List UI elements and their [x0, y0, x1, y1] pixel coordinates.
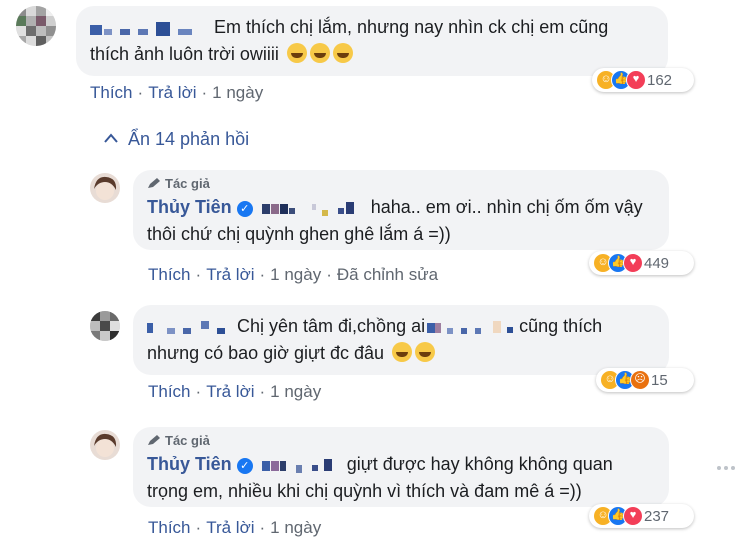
rolling-laughing-emoji-icon [415, 342, 436, 362]
reaction-count: 237 [644, 507, 670, 525]
reply-link[interactable]: Trả lời [206, 382, 254, 401]
like-link[interactable]: Thích [90, 83, 133, 102]
author-badge: Tác giả [147, 176, 655, 192]
profile-photo-icon [94, 433, 117, 457]
love-reaction-icon: ♥ [623, 506, 643, 526]
reaction-count: 449 [644, 254, 670, 272]
verified-icon: ✓ [236, 458, 253, 474]
pixelated-avatar-icon [16, 6, 56, 46]
more-options-button[interactable] [714, 460, 738, 476]
angry-reaction-icon: ☹ [630, 370, 650, 390]
rolling-laughing-emoji-icon [392, 342, 413, 362]
avatar[interactable] [16, 6, 56, 46]
pen-icon [148, 435, 160, 445]
reply-link[interactable]: Trả lời [206, 518, 254, 537]
hide-replies-toggle[interactable]: Ẩn 14 phản hồi [104, 129, 249, 150]
verified-icon: ✓ [236, 201, 253, 217]
avatar[interactable] [90, 173, 120, 203]
love-reaction-icon: ♥ [626, 70, 646, 90]
reply-link[interactable]: Trả lời [206, 265, 254, 284]
comment-text: Chị yên tâm đi,chồng ai cũng thích nhưng… [147, 316, 603, 363]
comment-text: Thủy Tiên ✓ haha.. em ơi.. nhìn chị ốm ố… [147, 197, 643, 244]
comment-bubble: Tác giả Thủy Tiên ✓ giựt được hay không … [133, 427, 669, 507]
reaction-summary[interactable]: ☺ 👍 ♥ 449 [589, 251, 694, 275]
reaction-summary[interactable]: ☺ 👍 ♥ 237 [589, 504, 694, 528]
pixelated-avatar-icon [90, 311, 120, 341]
grinning-emoji-icon [286, 43, 307, 63]
author-name[interactable]: Thủy Tiên [147, 454, 232, 474]
comment-bubble: Em thích chị lắm, nhưng nay nhìn ck chị … [76, 6, 668, 76]
comment-text: Em thích chị lắm, nhưng nay nhìn ck chị … [90, 17, 609, 64]
profile-photo-icon [94, 176, 117, 200]
grinning-emoji-icon [332, 43, 353, 63]
chevron-up-icon [104, 133, 118, 143]
avatar[interactable] [90, 311, 120, 341]
like-link[interactable]: Thích [148, 265, 191, 284]
pen-icon [148, 178, 160, 188]
toggle-label: Ẩn 14 phản hồi [128, 129, 250, 149]
comment-actions: Thích · Trả lời · 1 ngày [148, 382, 322, 401]
like-link[interactable]: Thích [148, 382, 191, 401]
reaction-count: 15 [651, 371, 668, 389]
redacted-author-name[interactable] [90, 19, 208, 37]
author-badge: Tác giả [147, 433, 655, 449]
timestamp[interactable]: 1 ngày [212, 83, 263, 102]
comment-actions: Thích · Trả lời · 1 ngày · Đã chỉnh sửa [148, 265, 439, 284]
redacted-tag [261, 199, 362, 217]
author-name[interactable]: Thủy Tiên [147, 197, 232, 217]
more-icon [717, 466, 735, 470]
comment-actions: Thích · Trả lời · 1 ngày [148, 518, 322, 537]
redacted-tag [427, 318, 517, 336]
reply-link[interactable]: Trả lời [148, 83, 196, 102]
timestamp[interactable]: 1 ngày [270, 518, 321, 537]
timestamp[interactable]: 1 ngày [270, 382, 321, 401]
comment-bubble: Tác giả Thủy Tiên ✓ haha.. em ơi.. nhìn … [133, 170, 669, 250]
like-link[interactable]: Thích [148, 518, 191, 537]
avatar[interactable] [90, 430, 120, 460]
reaction-count: 162 [647, 71, 673, 89]
comment-bubble: Chị yên tâm đi,chồng ai cũng thích nhưng… [133, 305, 669, 375]
love-reaction-icon: ♥ [623, 253, 643, 273]
reaction-summary[interactable]: ☺ 👍 ☹ 15 [596, 368, 694, 392]
edited-label[interactable]: Đã chỉnh sửa [337, 265, 438, 284]
redacted-tag [261, 456, 338, 474]
reaction-summary[interactable]: ☺ 👍 ♥ 162 [592, 68, 694, 92]
comment-text: Thủy Tiên ✓ giựt được hay không không qu… [147, 454, 613, 501]
grinning-emoji-icon [309, 43, 330, 63]
comment-actions: Thích · Trả lời · 1 ngày [90, 83, 264, 102]
timestamp[interactable]: 1 ngày [270, 265, 321, 284]
redacted-author-name[interactable] [147, 318, 233, 336]
